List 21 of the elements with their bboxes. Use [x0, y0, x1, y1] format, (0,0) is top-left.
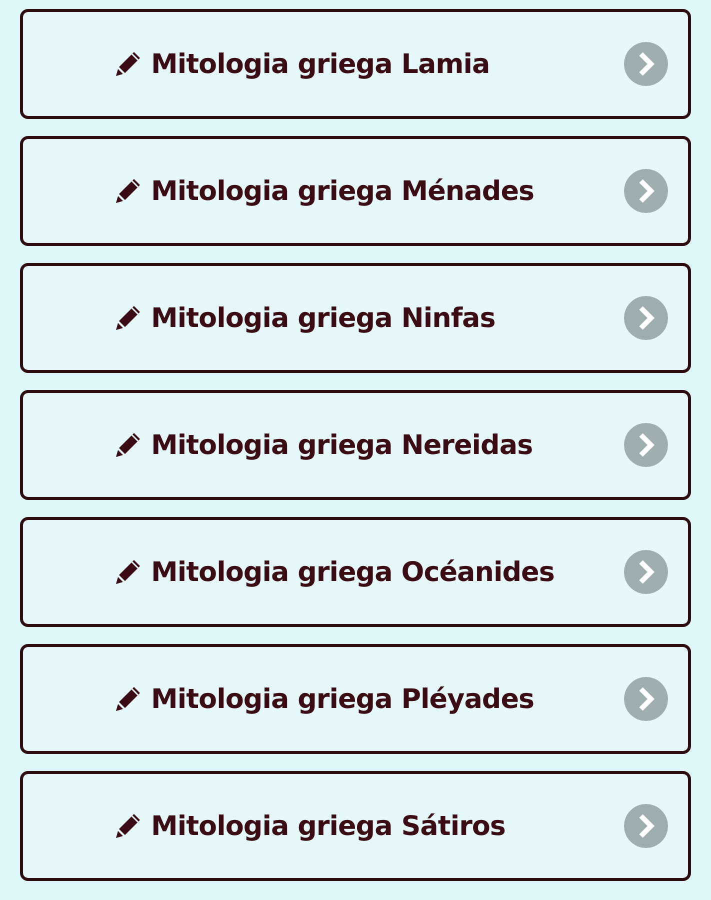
pencil-icon: [115, 432, 141, 458]
list-item[interactable]: Mitologia griega Ménades: [20, 136, 691, 246]
list-item[interactable]: Mitologia griega Ninfas: [20, 263, 691, 373]
chevron-icon: [624, 423, 668, 467]
chevron-icon: [624, 677, 668, 721]
list-item[interactable]: Mitologia griega Nereidas: [20, 390, 691, 500]
chevron-icon: [624, 550, 668, 594]
pencil-icon: [115, 51, 141, 77]
list-item[interactable]: Mitologia griega Sátiros: [20, 771, 691, 881]
pencil-icon: [115, 305, 141, 331]
list-item[interactable]: Mitologia griega Océanides: [20, 517, 691, 627]
pencil-icon: [115, 686, 141, 712]
pencil-icon: [115, 813, 141, 839]
chevron-icon: [624, 42, 668, 86]
chevron-icon: [624, 296, 668, 340]
chevron-icon: [624, 169, 668, 213]
list-item[interactable]: Mitologia griega Pléyades: [20, 644, 691, 754]
pencil-icon: [115, 178, 141, 204]
pencil-icon: [115, 559, 141, 585]
chevron-icon: [624, 804, 668, 848]
list-item[interactable]: Mitologia griega Lamia: [20, 9, 691, 119]
